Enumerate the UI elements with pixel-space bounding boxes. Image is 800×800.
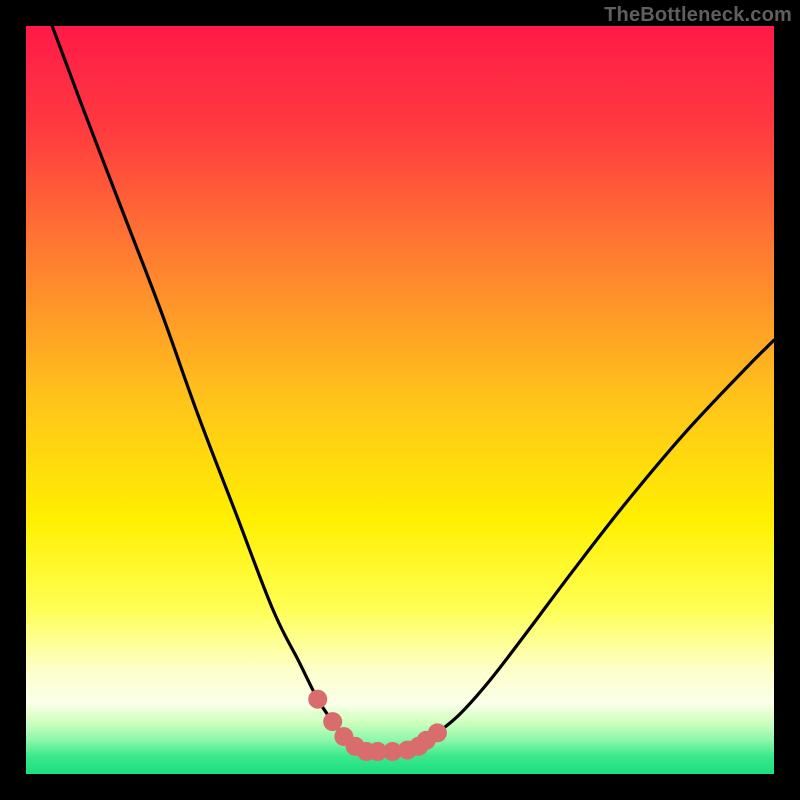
watermark-text: TheBottleneck.com: [604, 4, 792, 27]
highlight-dot: [428, 723, 447, 742]
highlight-dot: [308, 690, 327, 709]
chart-background-gradient: [26, 26, 774, 774]
chart-frame: [26, 26, 774, 774]
bottleneck-chart: [26, 26, 774, 774]
